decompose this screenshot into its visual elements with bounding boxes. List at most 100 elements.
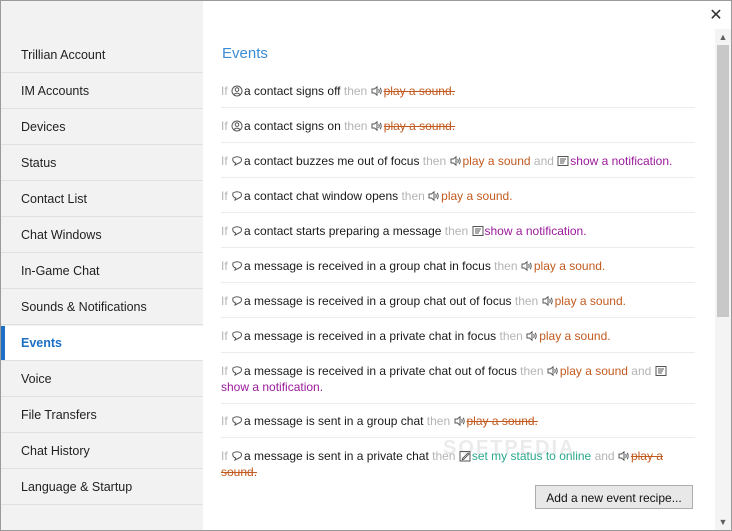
row-divider: [221, 352, 695, 353]
sidebar-item-contact-list[interactable]: Contact List: [1, 182, 203, 217]
and-keyword: and: [533, 154, 554, 168]
event-trigger[interactable]: a contact chat window opens: [244, 189, 398, 203]
event-trigger[interactable]: a message is received in a group chat ou…: [244, 294, 512, 308]
row-divider: [221, 177, 695, 178]
preferences-window: Trillian Account IM Accounts Devices Sta…: [0, 0, 732, 531]
event-trigger[interactable]: a contact signs on: [244, 119, 341, 133]
event-action-notify[interactable]: show a notification.: [570, 154, 672, 168]
chat-bubble-icon: [232, 451, 242, 461]
if-keyword: If: [221, 414, 228, 428]
then-keyword: then: [499, 329, 523, 343]
scroll-up-arrow-icon[interactable]: ▲: [715, 29, 731, 45]
sidebar-item-sounds-notifications[interactable]: Sounds & Notifications: [1, 290, 203, 325]
event-rule-row: If a contact buzzes me out of focus then…: [221, 153, 695, 178]
notification-icon: [472, 226, 483, 236]
speaker-icon: [526, 330, 537, 342]
then-keyword: then: [343, 84, 368, 98]
event-rule-row: If a message is sent in a group chat the…: [221, 413, 695, 438]
event-action-sound[interactable]: play a sound.: [384, 84, 455, 98]
then-keyword: then: [426, 414, 451, 428]
if-keyword: If: [221, 449, 228, 463]
then-keyword: then: [401, 189, 425, 203]
event-trigger[interactable]: a message is received in a group chat in…: [244, 259, 491, 273]
if-keyword: If: [221, 154, 228, 168]
event-action-sound[interactable]: play a sound.: [467, 414, 538, 428]
row-divider: [221, 282, 695, 283]
sidebar-item-devices[interactable]: Devices: [1, 110, 203, 145]
row-divider: [221, 317, 695, 318]
notification-icon: [655, 366, 667, 376]
chat-bubble-icon: [232, 261, 242, 271]
event-rule-row: If a contact starts preparing a message …: [221, 223, 695, 248]
watermark: SOFTPEDIA: [443, 437, 576, 459]
sidebar-item-events[interactable]: Events: [1, 326, 203, 361]
event-trigger[interactable]: a contact signs off: [244, 84, 341, 98]
scroll-down-arrow-icon[interactable]: ▼: [715, 514, 731, 530]
then-keyword: then: [520, 364, 544, 378]
event-action-sound[interactable]: play a sound.: [384, 119, 455, 133]
event-trigger[interactable]: a message is sent in a group chat: [244, 414, 423, 428]
speaker-icon: [454, 415, 465, 427]
if-keyword: If: [221, 84, 228, 98]
event-action-sound[interactable]: play a sound.: [441, 189, 512, 203]
sidebar-item-status[interactable]: Status: [1, 146, 203, 181]
event-action-sound[interactable]: play a sound: [560, 364, 628, 378]
chat-bubble-icon: [232, 296, 242, 306]
chat-bubble-icon: [232, 156, 242, 166]
event-trigger[interactable]: a message is sent in a private chat: [244, 449, 429, 463]
sidebar-item-language-startup[interactable]: Language & Startup: [1, 470, 203, 505]
then-keyword: then: [444, 224, 469, 238]
sidebar-item-trillian-account[interactable]: Trillian Account: [1, 38, 203, 73]
and-keyword: and: [631, 364, 652, 378]
row-divider: [221, 403, 695, 404]
event-action-notify[interactable]: show a notification.: [221, 380, 323, 394]
then-keyword: then: [514, 294, 539, 308]
chat-bubble-icon: [232, 416, 242, 426]
event-action-sound[interactable]: play a sound: [463, 154, 531, 168]
sidebar-item-voice[interactable]: Voice: [1, 362, 203, 397]
event-trigger[interactable]: a message is received in a private chat …: [244, 364, 517, 378]
sidebar-item-chat-history[interactable]: Chat History: [1, 434, 203, 469]
sidebar: Trillian Account IM Accounts Devices Sta…: [1, 1, 203, 530]
row-divider: [221, 107, 695, 108]
sidebar-item-im-accounts[interactable]: IM Accounts: [1, 74, 203, 109]
event-rule-row: If a contact signs off then play a sound…: [221, 83, 695, 108]
contact-icon: [231, 120, 243, 132]
sidebar-item-chat-windows[interactable]: Chat Windows: [1, 218, 203, 253]
if-keyword: If: [221, 119, 228, 133]
event-rule-row: If a message is received in a private ch…: [221, 363, 695, 404]
event-action-sound[interactable]: play a sound.: [539, 329, 610, 343]
speaker-icon: [521, 260, 532, 272]
then-keyword: then: [344, 119, 368, 133]
speaker-icon: [542, 295, 553, 307]
speaker-icon: [450, 155, 461, 167]
if-keyword: If: [221, 224, 228, 238]
add-event-recipe-button[interactable]: Add a new event recipe...: [535, 485, 693, 509]
event-rule-row: If a message is received in a group chat…: [221, 293, 695, 318]
event-action-sound[interactable]: play a sound.: [534, 259, 605, 273]
if-keyword: If: [221, 294, 228, 308]
event-action-notify[interactable]: show a notification.: [485, 224, 587, 238]
event-action-sound[interactable]: play a sound.: [555, 294, 626, 308]
event-trigger[interactable]: a contact starts preparing a message: [244, 224, 441, 238]
row-divider: [221, 247, 695, 248]
close-icon[interactable]: ✕: [707, 7, 725, 25]
speaker-icon: [371, 85, 382, 97]
row-divider: [221, 212, 695, 213]
event-trigger[interactable]: a message is received in a private chat …: [244, 329, 496, 343]
sidebar-item-in-game-chat[interactable]: In-Game Chat: [1, 254, 203, 289]
speaker-icon: [371, 120, 382, 132]
scrollbar-thumb[interactable]: [717, 45, 729, 317]
sidebar-item-file-transfers[interactable]: File Transfers: [1, 398, 203, 433]
row-divider: [221, 142, 695, 143]
event-trigger[interactable]: a contact buzzes me out of focus: [244, 154, 419, 168]
speaker-icon: [618, 450, 629, 462]
then-keyword: then: [422, 154, 447, 168]
speaker-icon: [547, 365, 558, 377]
chat-bubble-icon: [232, 191, 242, 201]
if-keyword: If: [221, 189, 228, 203]
then-keyword: then: [494, 259, 518, 273]
if-keyword: If: [221, 329, 228, 343]
event-rule-row: If a message is received in a private ch…: [221, 328, 695, 353]
speaker-icon: [428, 190, 439, 202]
